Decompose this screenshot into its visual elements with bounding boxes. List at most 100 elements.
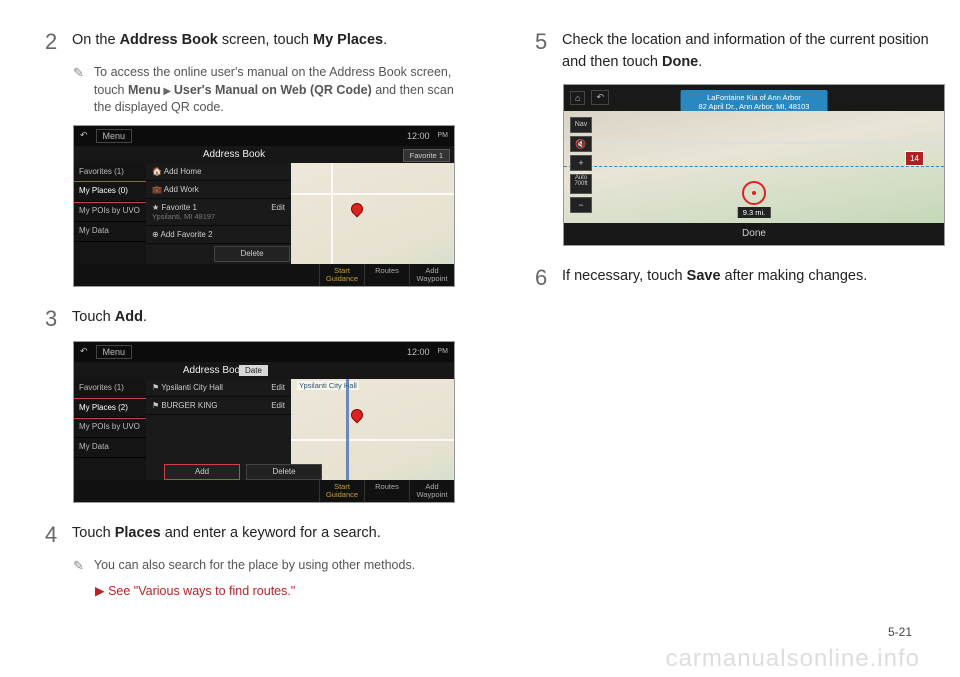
sidebar-item-mypois[interactable]: My POIs by UVO xyxy=(74,202,146,222)
edit-button[interactable]: Edit xyxy=(271,401,285,410)
distance-badge: 9.3 mi. xyxy=(738,207,771,218)
step-number: 4 xyxy=(45,523,60,547)
start-guidance-button[interactable]: Start Guidance xyxy=(319,264,364,286)
step-4: 4 Touch Places and enter a keyword for a… xyxy=(45,523,455,547)
menu-button[interactable]: Menu xyxy=(96,345,133,359)
arrow-icon: ▶ xyxy=(161,86,174,97)
list-item[interactable]: ⚑ Ypsilanti City HallEdit xyxy=(146,379,291,397)
plus-icon: ⊕ xyxy=(152,230,159,239)
bold: My Places xyxy=(313,32,383,48)
edit-button[interactable]: Edit xyxy=(271,383,285,392)
routes-button[interactable]: Routes xyxy=(364,480,409,502)
sidebar-item-mydata[interactable]: My Data xyxy=(74,222,146,242)
map-pin-icon xyxy=(349,200,366,217)
map-label: Ypsilanti City Hall xyxy=(297,381,359,390)
step-4-note: ✎ You can also search for the place by u… xyxy=(73,557,455,575)
routes-button[interactable]: Routes xyxy=(364,264,409,286)
bottom-actions: Start Guidance Routes Add Waypoint xyxy=(74,480,454,502)
bold: Save xyxy=(687,268,721,284)
bold: Places xyxy=(115,525,161,541)
clock: 12:00 xyxy=(407,347,430,357)
watermark: carmanualsonline.info xyxy=(666,645,920,673)
sidebar-item-favorites[interactable]: Favorites (1) xyxy=(74,379,146,399)
step-text: On the Address Book screen, touch My Pla… xyxy=(72,30,455,54)
bold: Done xyxy=(662,54,698,70)
bold: Add xyxy=(115,309,143,325)
text: after making changes. xyxy=(721,268,868,284)
list-item[interactable]: ⊕ Add Favorite 2 xyxy=(146,226,291,244)
list-item[interactable]: 💼 Add Work xyxy=(146,181,291,199)
delete-button[interactable]: Delete xyxy=(246,464,322,480)
pencil-icon: ✎ xyxy=(73,64,84,117)
back-icon[interactable]: ↶ xyxy=(80,346,88,357)
sidebar-item-mypois[interactable]: My POIs by UVO xyxy=(74,418,146,438)
label: Ypsilanti City Hall xyxy=(161,383,223,392)
ampm: PM xyxy=(438,132,449,139)
label: Add Favorite 2 xyxy=(160,230,212,239)
list-item[interactable]: ★ Favorite 1Ypsilanti, MI 48197Edit xyxy=(146,199,291,226)
map-pin-icon xyxy=(349,406,366,423)
step-3: 3 Touch Add. xyxy=(45,307,455,331)
step-number: 6 xyxy=(535,266,550,290)
add-waypoint-button[interactable]: Add Waypoint xyxy=(409,264,454,286)
add-waypoint-button[interactable]: Add Waypoint xyxy=(409,480,454,502)
list-item[interactable]: ⚑ BURGER KINGEdit xyxy=(146,397,291,415)
home-icon[interactable]: ⌂ xyxy=(570,91,585,105)
text: . xyxy=(698,54,702,70)
nav-button[interactable]: Nav xyxy=(570,117,592,133)
poi-name: LaFontaine Kia of Ann Arbor xyxy=(699,93,810,102)
zoom-level[interactable]: Auto 700ft xyxy=(570,174,592,194)
step-text: Check the location and information of th… xyxy=(562,30,945,74)
sidebar-item-myplaces[interactable]: My Places (0) xyxy=(74,182,146,202)
favorite-tab[interactable]: Favorite 1 xyxy=(403,149,450,162)
label: Add Work xyxy=(164,185,199,194)
flag-icon: ⚑ xyxy=(152,401,159,410)
step-6: 6 If necessary, touch Save after making … xyxy=(535,266,945,290)
zoom-in-button[interactable]: + xyxy=(570,155,592,171)
back-icon[interactable]: ↶ xyxy=(80,130,88,141)
sublabel: Ypsilanti, MI 48197 xyxy=(152,212,215,221)
step-number: 3 xyxy=(45,307,60,331)
shot-topbar: ↶ Menu 12:00 PM xyxy=(74,126,454,146)
step-text: If necessary, touch Save after making ch… xyxy=(562,266,945,290)
cross-reference-link[interactable]: ▶ See "Various ways to find routes." xyxy=(73,583,455,598)
highway-shield-icon: 14 xyxy=(905,151,924,166)
sidebar-item-favorites[interactable]: Favorites (1) xyxy=(74,163,146,183)
add-button[interactable]: Add xyxy=(164,464,240,480)
text: Touch xyxy=(72,525,115,541)
text: If necessary, touch xyxy=(562,268,687,284)
label: Favorite 1 xyxy=(161,203,197,212)
sidebar-item-myplaces[interactable]: My Places (2) xyxy=(74,399,146,419)
list-item[interactable]: 🏠 Add Home xyxy=(146,163,291,181)
left-column: 2 On the Address Book screen, touch My P… xyxy=(45,30,455,630)
step-number: 2 xyxy=(45,30,60,54)
mute-icon[interactable]: 🔇 xyxy=(570,136,592,152)
screenshot-address-book-2: ↶ Menu 12:00 PM Address Book Date Favori… xyxy=(73,341,455,503)
zoom-out-button[interactable]: − xyxy=(570,197,592,213)
step-text: Touch Add. xyxy=(72,307,455,331)
screenshot-map-done: ⌂ ↶ LaFontaine Kia of Ann Arbor 82 April… xyxy=(563,84,945,246)
delete-button[interactable]: Delete xyxy=(214,246,290,262)
page-number: 5-21 xyxy=(888,625,912,639)
step-2: 2 On the Address Book screen, touch My P… xyxy=(45,30,455,54)
bold: Address Book xyxy=(120,32,218,48)
shot-topbar: ↶ Menu 12:00 PM xyxy=(74,342,454,362)
route-line xyxy=(564,166,944,168)
text: and enter a keyword for a search. xyxy=(161,525,381,541)
done-button[interactable]: Done xyxy=(564,223,944,245)
edit-button[interactable]: Edit xyxy=(271,203,285,221)
sidebar-item-mydata[interactable]: My Data xyxy=(74,438,146,458)
poi-address: 82 April Dr., Ann Arbor, MI, 48103 xyxy=(699,102,810,111)
text: Touch xyxy=(72,309,115,325)
date-sort-button[interactable]: Date xyxy=(239,365,268,376)
map-view[interactable]: 9.3 mi. 14 xyxy=(564,111,944,223)
menu-button[interactable]: Menu xyxy=(96,129,133,143)
map-controls: Nav 🔇 + Auto 700ft − xyxy=(570,117,592,213)
step-2-note: ✎ To access the online user's manual on … xyxy=(73,64,455,117)
bold: Menu xyxy=(128,83,161,97)
start-guidance-button[interactable]: Start Guidance xyxy=(319,480,364,502)
text: screen, touch xyxy=(218,32,313,48)
step-text: Touch Places and enter a keyword for a s… xyxy=(72,523,455,547)
back-icon[interactable]: ↶ xyxy=(591,90,609,105)
text: On the xyxy=(72,32,120,48)
